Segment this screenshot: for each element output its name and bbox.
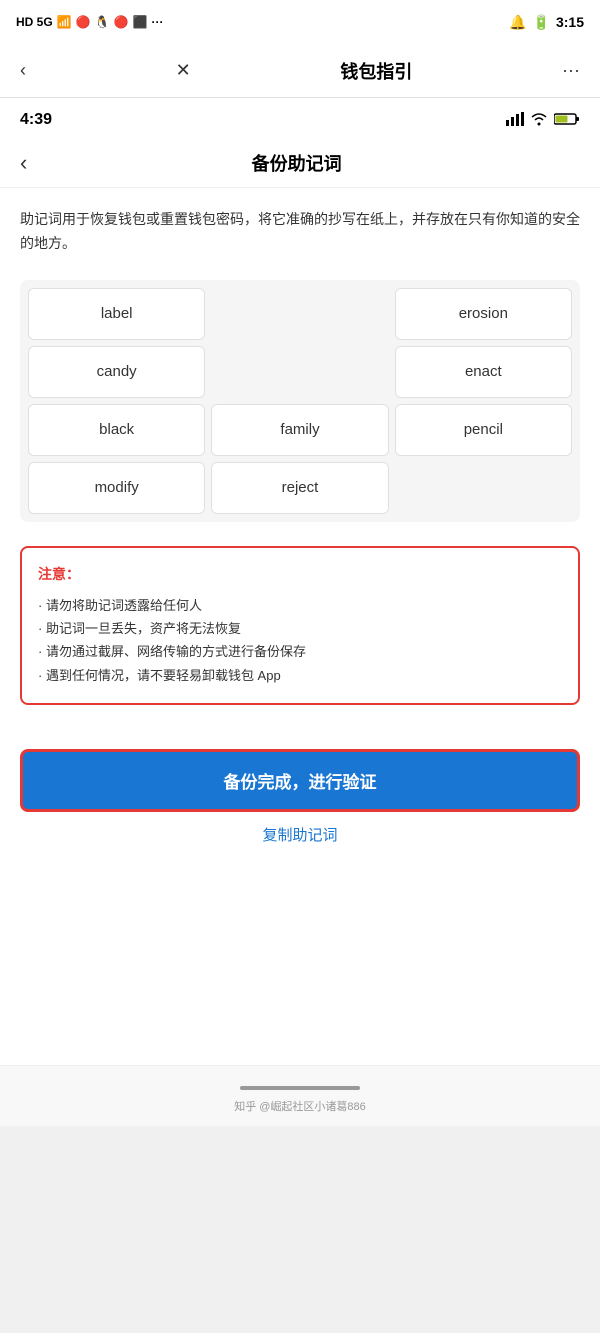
battery-icon: 🔋 (533, 14, 550, 31)
mnemonic-word-9: reject (211, 462, 388, 514)
outer-close-button[interactable]: ✕ (176, 60, 191, 81)
warning-item-2: · 助记词一旦丢失，资产将无法恢复 (38, 617, 562, 640)
mnemonic-row-2: candy enact (28, 346, 572, 398)
copy-mnemonic-link[interactable]: 复制助记词 (20, 824, 580, 845)
mnemonic-cell-empty-3 (395, 462, 572, 514)
mnemonic-row-4: modify reject (28, 462, 572, 514)
warning-item-4: · 遇到任何情况，请不要轻易卸载钱包 App (38, 664, 562, 687)
warning-item-3: · 请勿通过截屏、网络传输的方式进行备份保存 (38, 640, 562, 663)
mnemonic-row-1: label erosion (28, 288, 572, 340)
app-icon2: 🔴 (114, 15, 129, 29)
app-icon3: ⬛ (133, 15, 148, 29)
watermark-text: 知乎 @崛起社区小诸葛886 (234, 1101, 366, 1113)
home-indicator (240, 1086, 360, 1090)
outer-app-header: ‹ ✕ 钱包指引 ··· (0, 44, 600, 98)
mnemonic-word-1: label (28, 288, 205, 340)
inner-page-title: 备份助记词 (43, 150, 550, 176)
mnemonic-cell-empty-2 (211, 346, 388, 398)
inner-status-bar: 4:39 (0, 98, 600, 138)
mnemonic-row-3: black family pencil (28, 404, 572, 456)
action-area: ➤ 备份完成，进行验证 复制助记词 (0, 749, 600, 865)
outer-status-left: HD 5G 📶 🔴 🐧 🔴 ⬛ ··· (16, 15, 163, 29)
mnemonic-word-2: erosion (395, 288, 572, 340)
mnemonic-word-4: enact (395, 346, 572, 398)
warning-title: 注意： (38, 564, 562, 584)
mnemonic-word-8: modify (28, 462, 205, 514)
inner-signal-icon (506, 112, 524, 129)
mnemonic-grid: label erosion candy enact black (20, 280, 580, 522)
outer-signal-text: HD 5G (16, 15, 53, 29)
outer-more-button[interactable]: ··· (562, 60, 580, 81)
warning-box: 注意： · 请勿将助记词透露给任何人 · 助记词一旦丢失，资产将无法恢复 · 请… (20, 546, 580, 706)
bottom-bar: 知乎 @崛起社区小诸葛886 (0, 1065, 600, 1126)
content-area: 助记词用于恢复钱包或重置钱包密码，将它准确的抄写在纸上，并存放在只有你知道的安全… (0, 188, 600, 749)
app-icon1: 🐧 (95, 15, 110, 29)
outer-app-title: 钱包指引 (340, 58, 412, 84)
mnemonic-word-7: pencil (395, 404, 572, 456)
inner-status-icons (506, 112, 580, 129)
mnemonic-word-3: candy (28, 346, 205, 398)
mnemonic-word-5: black (28, 404, 205, 456)
inner-back-button[interactable]: ‹ (20, 150, 27, 176)
weibo-icon: 🔴 (76, 15, 91, 29)
description-text: 助记词用于恢复钱包或重置钱包密码，将它准确的抄写在纸上，并存放在只有你知道的安全… (20, 208, 580, 256)
backup-complete-button[interactable]: 备份完成，进行验证 (20, 749, 580, 812)
bell-icon: 🔔 (509, 14, 526, 31)
warning-item-1: · 请勿将助记词透露给任何人 (38, 594, 562, 617)
more-apps-text: ··· (151, 15, 163, 29)
outer-back-button[interactable]: ‹ (20, 60, 26, 81)
outer-status-bar: HD 5G 📶 🔴 🐧 🔴 ⬛ ··· 🔔 🔋 3:15 (0, 0, 600, 44)
inner-wifi-icon (530, 112, 548, 129)
mnemonic-word-6: family (211, 404, 388, 456)
inner-battery-icon (554, 112, 580, 129)
inner-app-header: ‹ 备份助记词 (0, 138, 600, 188)
mnemonic-cell-empty-1 (211, 288, 388, 340)
inner-clock: 4:39 (20, 111, 52, 129)
inner-phone-screen: 4:39 (0, 98, 600, 1126)
signal-icon: 📶 (57, 15, 72, 29)
outer-time: 3:15 (556, 14, 584, 30)
outer-status-right: 🔔 🔋 3:15 (509, 14, 584, 31)
